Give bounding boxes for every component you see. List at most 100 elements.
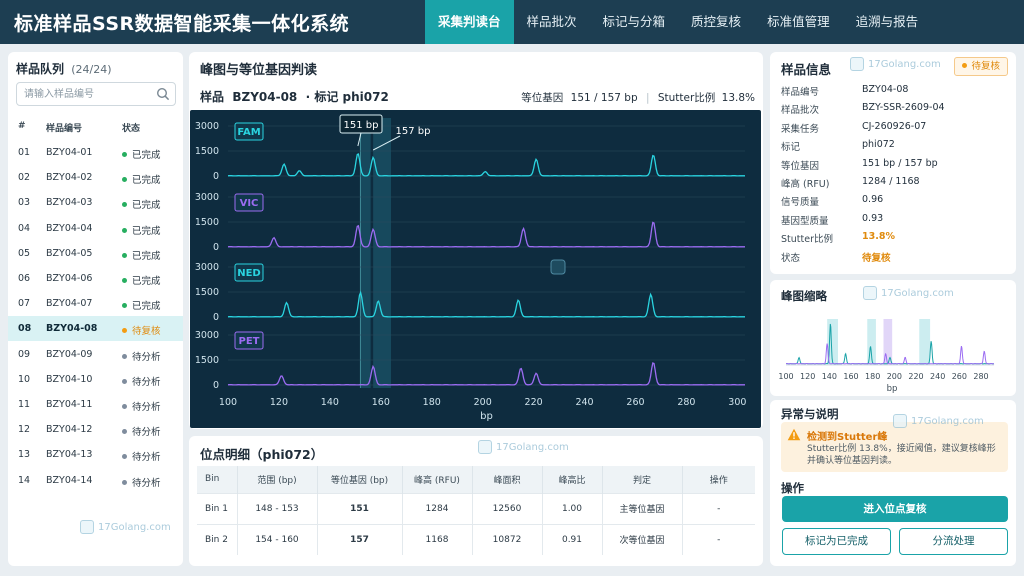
list-item[interactable]: 03 BZY04-03 已完成 bbox=[8, 190, 183, 215]
table-row[interactable]: Bin 1 148 - 153 151 1284 12560 1.00 主等位基… bbox=[197, 492, 755, 524]
watermark-text: 17Golang.com bbox=[911, 415, 984, 427]
list-item[interactable]: 10 BZY04-10 待分析 bbox=[8, 367, 183, 392]
tab-marker-binning[interactable]: 标记与分箱 bbox=[590, 0, 679, 44]
mini-x-tick-label: 240 bbox=[930, 372, 945, 381]
list-item[interactable]: 13 BZY04-13 待分析 bbox=[8, 442, 183, 467]
watermark: 17Golang.com bbox=[850, 57, 941, 71]
table-row[interactable]: Bin 2 154 - 160 157 1168 10872 0.91 次等位基… bbox=[197, 523, 755, 555]
tab-trace-report[interactable]: 追溯与报告 bbox=[843, 0, 932, 44]
top-bar: 标准样品SSR数据智能采集一体化系统 采集判读台 样品批次 标记与分箱 质控复核… bbox=[0, 0, 1024, 44]
list-item[interactable]: 01 BZY04-01 已完成 bbox=[8, 140, 183, 165]
bin-col-range: 范围 (bp) bbox=[237, 466, 318, 493]
stutter-label: Stutter比例 bbox=[657, 92, 716, 104]
tab-acquisition-desk[interactable]: 采集判读台 bbox=[425, 0, 514, 44]
sample-info-panel: 样品信息 待复核 样品编号 BZY04-08 样品批次 BZY-SSR-2609-04… bbox=[770, 52, 1016, 274]
row-status-label: 已完成 bbox=[132, 250, 161, 262]
row-sample-id: BZY04-07 bbox=[46, 298, 93, 310]
watermark-logo-icon bbox=[863, 286, 877, 300]
tab-sample-batch[interactable]: 样品批次 bbox=[514, 0, 590, 44]
bin-cell: 1168 bbox=[402, 523, 473, 555]
callout-label: 151 bp bbox=[344, 120, 379, 131]
info-value: 0.96 bbox=[862, 194, 884, 206]
list-item[interactable]: 07 BZY04-07 已完成 bbox=[8, 291, 183, 316]
row-index: 13 bbox=[18, 449, 31, 461]
series-line-vic bbox=[227, 221, 745, 248]
row-status-label: 已完成 bbox=[132, 150, 161, 161]
bin-action[interactable]: - bbox=[682, 492, 755, 524]
info-key: 等位基因 bbox=[781, 160, 820, 172]
row-status: 待分析 bbox=[122, 475, 161, 489]
bin-cell: Bin 1 bbox=[197, 492, 238, 524]
enter-locus-review-button[interactable]: 进入位点复核 bbox=[782, 496, 1008, 522]
status-dot bbox=[122, 278, 127, 283]
bin-detail-title: 位点明细（phi072） bbox=[200, 447, 324, 462]
row-status: 已完成 bbox=[122, 172, 161, 186]
bin-cell: 12560 bbox=[472, 492, 543, 524]
mini-x-tick-label: 220 bbox=[908, 372, 923, 381]
status-dot bbox=[122, 152, 127, 157]
stutter-alert: 检测到Stutter峰 Stutter比例 13.8%，接近阈值，建议复核峰形并… bbox=[781, 422, 1008, 472]
electropherogram-chart[interactable]: 0 1500 3000 FAM 0 1500 3000 VIC 0 1500 3000 NED 0 150… bbox=[190, 110, 761, 428]
row-status: 待分析 bbox=[122, 349, 161, 363]
channel-label: NED bbox=[237, 268, 261, 279]
mini-x-tick-label: 280 bbox=[973, 372, 988, 381]
warning-icon bbox=[787, 428, 801, 441]
info-key: 采集任务 bbox=[781, 123, 820, 135]
y-tick-label: 1500 bbox=[195, 217, 219, 228]
x-tick-label: 220 bbox=[525, 397, 543, 408]
status-dot bbox=[122, 252, 127, 258]
bin-col-ratio: 峰高比 bbox=[542, 466, 603, 493]
info-value: BZY04-08 bbox=[862, 84, 909, 95]
bin-cell: 154 - 160 bbox=[237, 523, 318, 555]
mini-x-tick-label: 100 bbox=[778, 372, 793, 381]
bin-col-height: 峰高 (RFU) bbox=[402, 466, 473, 493]
watermark-logo-icon bbox=[850, 57, 864, 71]
bin-cell: 1.00 bbox=[542, 492, 603, 524]
electropherogram-svg: 0 1500 3000 FAM 0 1500 3000 VIC 0 1500 3000 NED 0 150… bbox=[195, 114, 746, 422]
list-item[interactable]: 12 BZY04-12 待分析 bbox=[8, 417, 183, 442]
mark-complete-button[interactable]: 标记为已完成 bbox=[782, 528, 891, 555]
watermark-text: 17Golang.com bbox=[496, 441, 569, 453]
row-status: 待复核 bbox=[122, 323, 161, 337]
list-item[interactable]: 09 BZY04-09 待分析 bbox=[8, 342, 183, 367]
tab-qc-review[interactable]: 质控复核 bbox=[678, 0, 754, 44]
list-item[interactable]: 02 BZY04-02 已完成 bbox=[8, 165, 183, 190]
list-item[interactable]: 06 BZY04-06 已完成 bbox=[8, 266, 183, 291]
tab-standard-values[interactable]: 标准值管理 bbox=[754, 0, 843, 44]
list-item[interactable]: 14 BZY04-14 待分析 bbox=[8, 468, 183, 493]
bin-action[interactable]: - bbox=[682, 523, 755, 555]
divert-button[interactable]: 分流处理 bbox=[899, 528, 1008, 555]
bin-col-area: 峰面积 bbox=[472, 466, 543, 493]
y-tick-label: 3000 bbox=[195, 121, 219, 132]
x-axis-label: bp bbox=[480, 411, 493, 422]
row-status: 已完成 bbox=[122, 197, 161, 211]
allele-bin-highlight bbox=[373, 118, 391, 388]
list-item[interactable]: 04 BZY04-04 已完成 bbox=[8, 216, 183, 241]
list-item[interactable]: 11 BZY04-11 待分析 bbox=[8, 392, 183, 417]
row-sample-id: BZY04-14 bbox=[46, 474, 93, 486]
row-status-label: 待分析 bbox=[132, 351, 161, 363]
row-index: 05 bbox=[18, 247, 31, 259]
y-tick-label: 3000 bbox=[195, 192, 219, 203]
row-sample-id: BZY04-01 bbox=[46, 147, 93, 158]
x-tick-label: 280 bbox=[677, 397, 695, 408]
row-sample-id: BZY04-06 bbox=[46, 273, 93, 284]
bin-detail-panel: 位点明细（phi072） Bin 范围 (bp) 等位基因 (bp) 峰高 (R… bbox=[189, 436, 763, 566]
info-value: phi072 bbox=[862, 139, 895, 151]
queue-header: 样品队列 (24/24) bbox=[16, 60, 112, 77]
sample-search-input[interactable] bbox=[16, 82, 176, 106]
list-item[interactable]: 05 BZY04-05 已完成 bbox=[8, 241, 183, 266]
bin-table-header: Bin 范围 (bp) 等位基因 (bp) 峰高 (RFU) 峰面积 峰高比 判… bbox=[197, 466, 755, 493]
row-status-label: 待复核 bbox=[132, 326, 161, 338]
search-icon[interactable] bbox=[156, 87, 170, 101]
row-status: 待分析 bbox=[122, 374, 161, 388]
app-title: 标准样品SSR数据智能采集一体化系统 bbox=[14, 12, 350, 35]
col-status: 状态 bbox=[122, 124, 141, 134]
allele-value: 151 / 157 bp bbox=[570, 92, 638, 104]
row-index: 08 bbox=[18, 323, 32, 335]
row-index: 01 bbox=[18, 147, 31, 158]
series-line-pet bbox=[227, 362, 745, 386]
info-value: CJ-260926-07 bbox=[862, 120, 927, 132]
list-item[interactable]: 08 BZY04-08 待复核 bbox=[8, 316, 183, 342]
row-sample-id: BZY04-09 bbox=[46, 348, 93, 360]
